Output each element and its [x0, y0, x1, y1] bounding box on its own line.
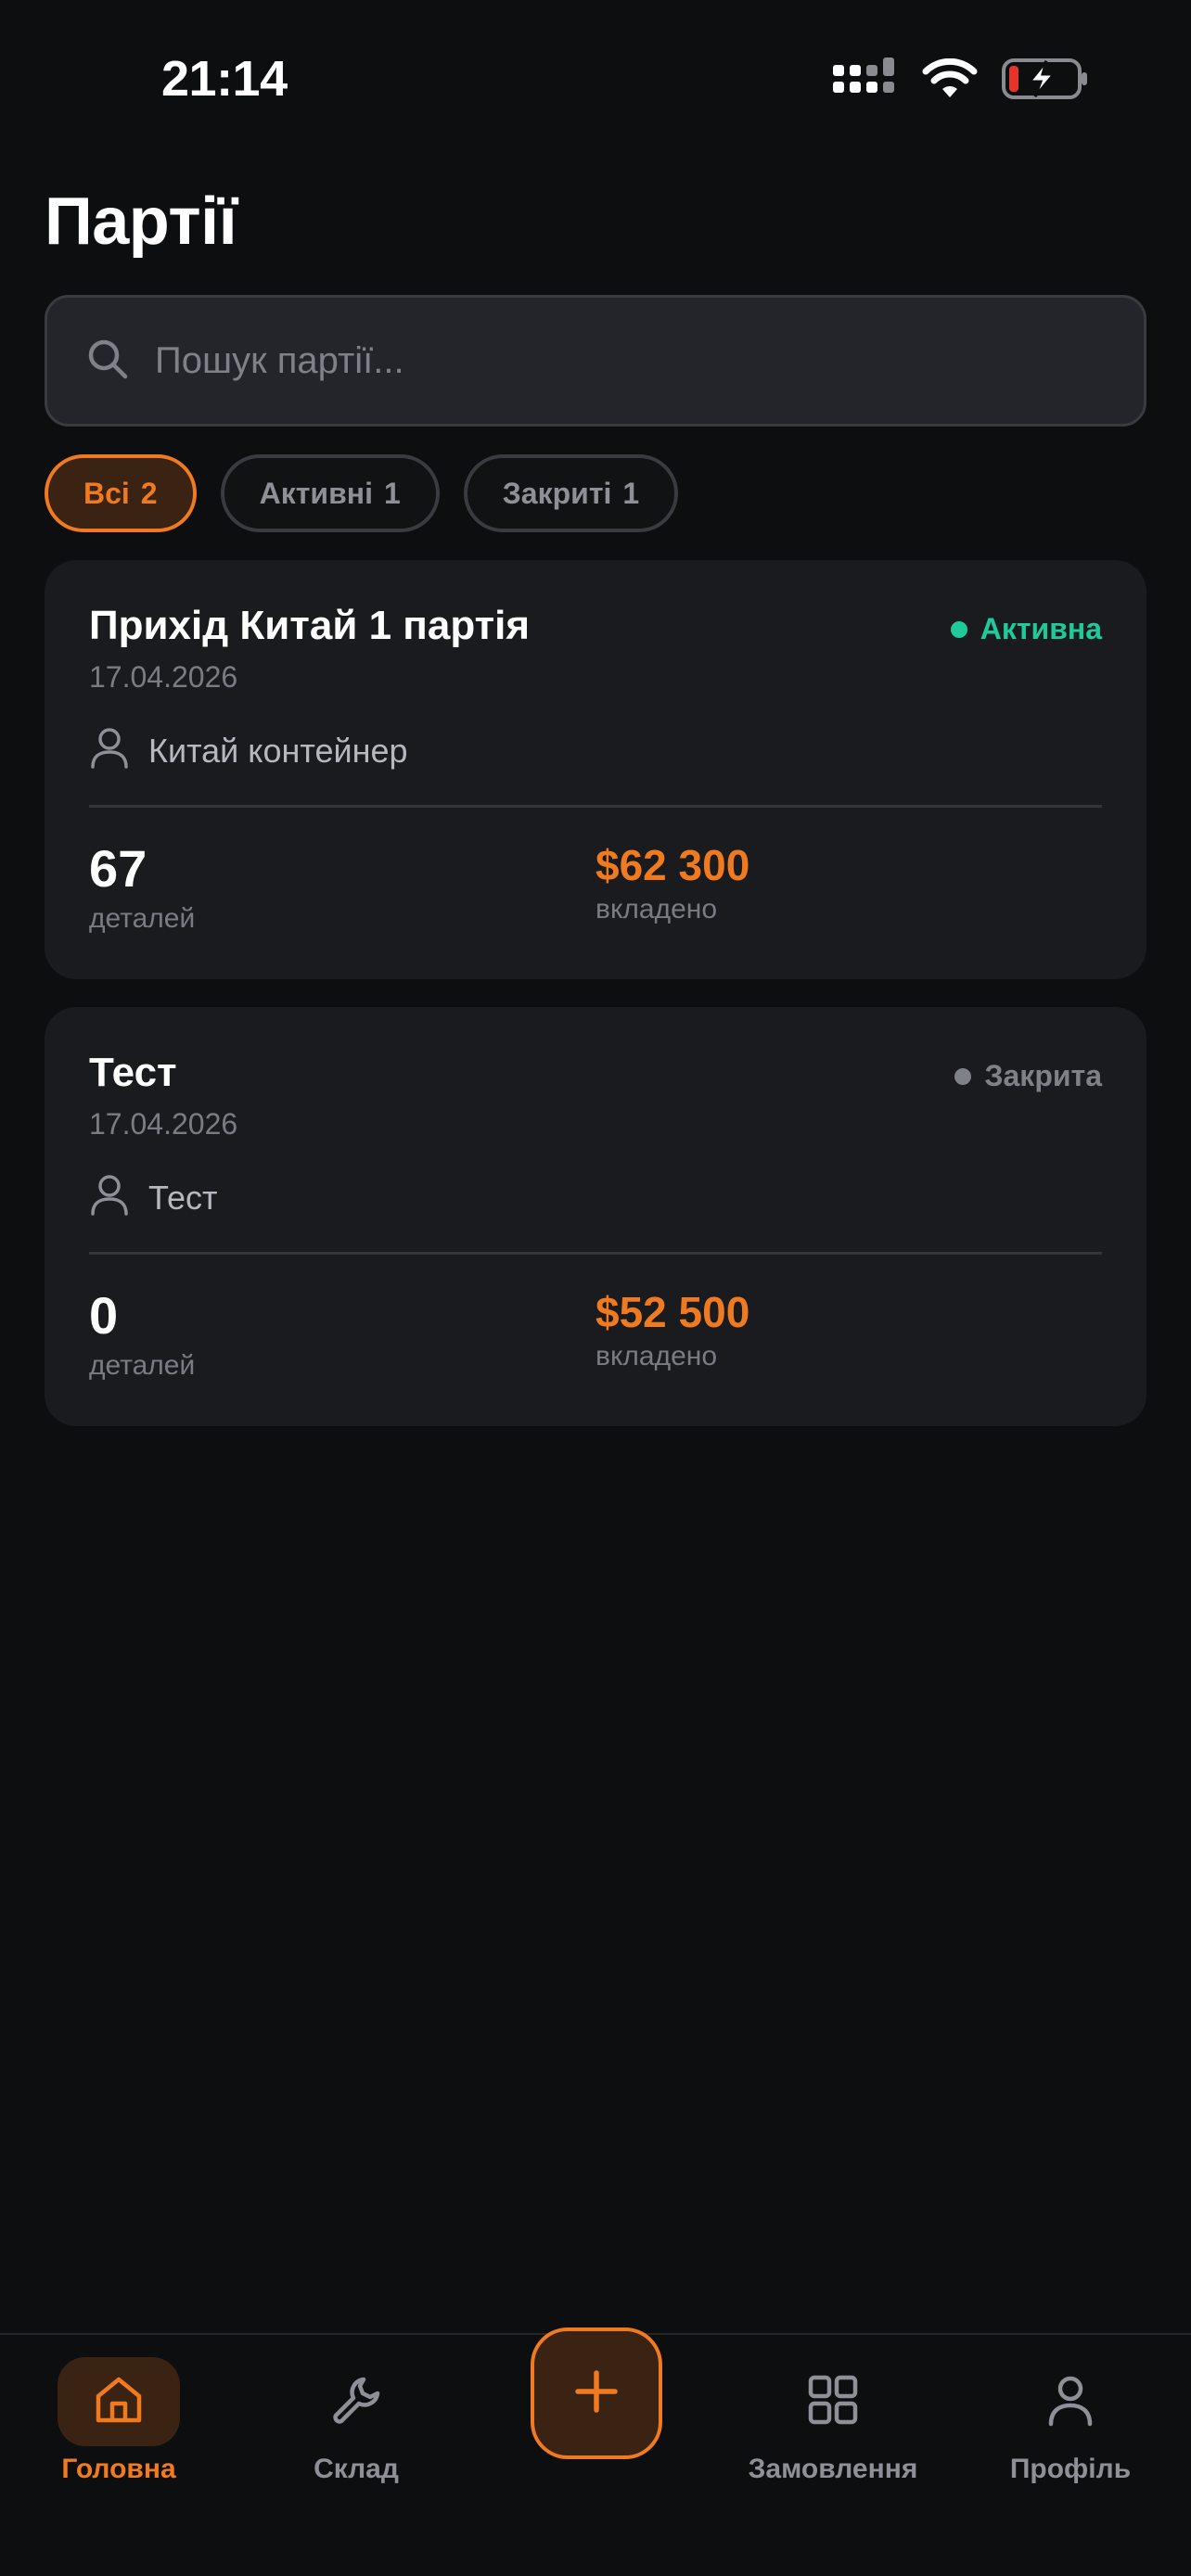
batch-supplier: Китай контейнер [89, 725, 408, 777]
filter-chip-label: Активні [259, 476, 373, 510]
screen: 21:14 Партії Пошук партії... Всі 2 Актив… [0, 0, 1191, 2576]
grid-icon [805, 2372, 861, 2432]
status-label: Закрита [984, 1059, 1102, 1092]
invested-label: вкладено [596, 894, 718, 925]
invested-label: вкладено [596, 1341, 718, 1371]
tab-orders[interactable]: Замовлення [726, 2357, 940, 2485]
filter-chip-label: Всі [83, 476, 130, 510]
page-title: Партії [45, 185, 237, 259]
battery-charging-icon [1002, 57, 1089, 100]
card-divider [89, 1252, 1102, 1255]
filter-chip-count: 1 [622, 476, 640, 510]
tab-label: Замовлення [748, 2454, 918, 2484]
invested-amount: $52 500 [596, 1288, 750, 1336]
tab-icon-wrap [58, 2357, 180, 2446]
profile-icon [1043, 2372, 1098, 2432]
parts-count: 67 [89, 839, 147, 898]
filter-chip-active[interactable]: Активні 1 [220, 454, 440, 532]
tab-home[interactable]: Головна [12, 2357, 225, 2485]
filter-chip-label: Закриті [502, 476, 612, 510]
tab-icon-wrap [295, 2357, 417, 2446]
tab-profile[interactable]: Профіль [964, 2357, 1177, 2485]
batch-name: Прихід Китай 1 партія [89, 603, 531, 648]
invested-amount: $62 300 [596, 841, 750, 889]
wifi-icon [922, 58, 978, 99]
status-badge: Закрита [954, 1059, 1102, 1093]
tab-icon-wrap [772, 2357, 894, 2446]
parts-count: 0 [89, 1286, 119, 1345]
search-icon [86, 338, 129, 385]
signal-icon [833, 57, 898, 100]
status-icons [833, 54, 1089, 104]
plus-icon [572, 2367, 621, 2420]
status-label: Активна [980, 612, 1102, 645]
status-time: 21:14 [161, 51, 288, 107]
filter-chip-count: 2 [140, 476, 158, 510]
parts-count-label: деталей [89, 1350, 196, 1381]
filter-chip-count: 1 [383, 476, 401, 510]
filter-chips: Всі 2 Активні 1 Закриті 1 [45, 454, 679, 532]
parts-count-label: деталей [89, 903, 196, 934]
tab-label: Склад [314, 2454, 399, 2484]
card-divider [89, 805, 1102, 808]
filter-chip-all[interactable]: Всі 2 [45, 454, 197, 532]
batch-supplier: Тест [89, 1172, 217, 1224]
search-box[interactable] [45, 295, 1146, 427]
status-bar: 21:14 [0, 0, 1191, 139]
search-input[interactable] [155, 298, 1144, 424]
home-icon [91, 2372, 147, 2432]
tab-label: Головна [61, 2454, 176, 2484]
tab-label: Профіль [1009, 2454, 1132, 2484]
add-batch-button[interactable] [531, 2327, 662, 2459]
user-icon [89, 726, 130, 777]
batch-date: 17.04.2026 [89, 660, 238, 694]
batch-card[interactable]: Прихід Китай 1 партія 17.04.2026 Активна… [45, 560, 1146, 979]
batch-date: 17.04.2026 [89, 1107, 238, 1141]
user-icon [89, 1173, 130, 1224]
wrench-icon [328, 2372, 384, 2432]
status-dot [954, 1067, 972, 1085]
tab-stock[interactable]: Склад [250, 2357, 463, 2485]
status-dot [950, 620, 967, 638]
filter-chip-closed[interactable]: Закриті 1 [463, 454, 679, 532]
supplier-name: Китай контейнер [148, 732, 408, 770]
batch-card[interactable]: Тест 17.04.2026 Закрита Тест 0 деталей $… [45, 1007, 1146, 1426]
status-badge: Активна [950, 612, 1102, 646]
supplier-name: Тест [148, 1179, 218, 1217]
tab-icon-wrap [1009, 2357, 1132, 2446]
batch-name: Тест [89, 1050, 177, 1095]
